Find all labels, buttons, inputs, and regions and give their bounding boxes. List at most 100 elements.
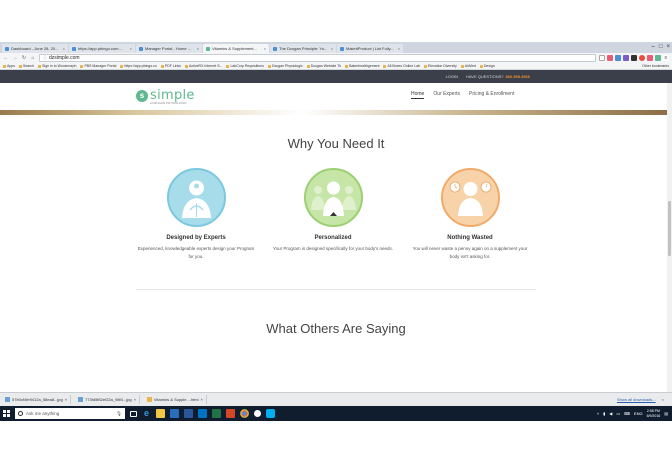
bookmark-item[interactable]: PBS Manager Portal	[80, 64, 116, 68]
site-header: s simple a DZUGAN PHYSIOLOGIC Home Our E…	[0, 83, 672, 110]
bookmark-item[interactable]: Dzugan Physiologic	[267, 64, 303, 68]
download-item[interactable]: Vitamins & Supple....html ˄	[144, 395, 207, 404]
edge-icon[interactable]: e	[142, 409, 151, 418]
language-indicator[interactable]: ENG	[634, 411, 643, 416]
phone-number[interactable]: 866.598.3666	[506, 74, 530, 79]
forward-icon[interactable]: →	[12, 55, 18, 61]
bookmark-item[interactable]: All Boxes Online Lab	[383, 64, 420, 68]
chevron-up-icon[interactable]: ˄	[134, 397, 136, 402]
minimize-icon[interactable]: –	[652, 42, 655, 53]
tab-close-icon[interactable]: ×	[398, 44, 400, 53]
outlook-icon[interactable]	[198, 409, 207, 418]
reload-icon[interactable]: ↻	[21, 55, 27, 61]
windows-taskbar: Ask me anything 🎙 e ˄ ▮ ◀ ▭ ⌨ ENG 2:58 P…	[0, 406, 672, 421]
bookmark-item[interactable]: Bakerhealthgement	[345, 64, 379, 68]
skype-icon[interactable]	[266, 409, 275, 418]
chevron-up-icon[interactable]: ˄	[65, 397, 67, 402]
bookmark-folder-icon	[423, 64, 427, 68]
app-icon[interactable]	[254, 410, 261, 417]
keyboard-icon[interactable]: ⌨	[624, 411, 630, 416]
browser-tab-active[interactable]: Vitamins & Supplement... ×	[203, 44, 269, 53]
tab-close-icon[interactable]: ×	[197, 44, 199, 53]
nav-home[interactable]: Home	[411, 91, 425, 99]
home-icon[interactable]: ⌂	[30, 55, 36, 61]
logo-subtitle: a DZUGAN PHYSIOLOGIC	[150, 101, 187, 105]
extension-icon[interactable]	[655, 55, 661, 61]
star-icon[interactable]	[599, 55, 605, 61]
back-icon[interactable]: ←	[3, 55, 9, 61]
browser-tab[interactable]: Manager Portal - Home ... ×	[136, 44, 202, 53]
url-field[interactable]: ⓘ dzsimple.com	[39, 54, 596, 62]
bookmarks-bar: Apps Search Sign in to Woosmorph PBS Manage…	[0, 63, 672, 70]
browser-tab[interactable]: MakeitProduct | List Fully... ×	[337, 44, 403, 53]
extension-icon[interactable]	[631, 55, 637, 61]
logo-mark-icon: s	[136, 89, 148, 102]
tray-chevron-icon[interactable]: ˄	[597, 411, 599, 416]
word-icon[interactable]	[184, 409, 193, 418]
volume-icon[interactable]: ◀	[609, 411, 612, 416]
login-link[interactable]: LOGIN	[446, 74, 458, 79]
bookmark-folder-icon	[226, 64, 230, 68]
feature-title: Personalized	[314, 235, 352, 241]
nav-our-experts[interactable]: Our Experts	[433, 91, 460, 99]
notifications-icon[interactable]: ▤	[664, 411, 668, 416]
section-title-testimonials: What Others Are Saying	[266, 321, 406, 336]
extension-icon[interactable]	[639, 55, 645, 61]
tab-close-icon[interactable]: ×	[264, 44, 266, 53]
menu-icon[interactable]: ≡	[663, 55, 669, 61]
extension-icon[interactable]	[647, 55, 653, 61]
browser-tab[interactable]: Dashboard - June 28, 20... ×	[2, 44, 68, 53]
bookmark-item[interactable]: PDF Links	[160, 64, 181, 68]
mic-icon[interactable]: 🎙	[116, 411, 125, 417]
close-window-icon[interactable]: ×	[666, 42, 670, 53]
nav-pricing-enrollment[interactable]: Pricing & Enrollment	[469, 91, 514, 99]
extension-icon[interactable]	[615, 55, 621, 61]
powerpoint-icon[interactable]	[226, 409, 235, 418]
scrollbar-thumb[interactable]	[668, 201, 671, 256]
browser-tab[interactable]: The Dzugan Principle: Yo... ×	[270, 44, 336, 53]
clock-time: 2:58 PM	[646, 408, 660, 413]
download-item[interactable]: 57b0cf4fe9412a_58ea8...jpg ˄	[2, 395, 72, 404]
bookmark-item[interactable]: Sign in to Woosmorph	[38, 64, 76, 68]
show-all-downloads-link[interactable]: Show all downloads...	[617, 397, 656, 402]
bookmark-item[interactable]: Design	[479, 64, 495, 68]
bookmark-item[interactable]: Elevation Diversity	[423, 64, 457, 68]
chrome-icon[interactable]	[240, 409, 249, 418]
chevron-up-icon[interactable]: ˄	[201, 397, 203, 402]
bookmark-item[interactable]: ActiveRX Internet S...	[185, 64, 222, 68]
page-scrollbar[interactable]	[667, 83, 672, 392]
excel-icon[interactable]	[212, 409, 221, 418]
tab-close-icon[interactable]: ×	[63, 44, 65, 53]
search-placeholder: Ask me anything	[26, 411, 60, 416]
bookmark-item[interactable]: LabCorp Requisitions	[226, 64, 264, 68]
store-icon[interactable]	[170, 409, 179, 418]
bookmark-item[interactable]: Dzugan Website Tk	[306, 64, 341, 68]
top-margin	[0, 0, 672, 42]
bookmark-folder-icon	[80, 64, 84, 68]
taskbar-search[interactable]: Ask me anything 🎙	[15, 408, 125, 419]
bookmark-item[interactable]: AirMed	[460, 64, 476, 68]
task-view-icon[interactable]	[130, 410, 137, 417]
page-info-icon[interactable]: ⓘ	[43, 55, 47, 61]
site-logo[interactable]: s simple a DZUGAN PHYSIOLOGIC	[136, 88, 195, 105]
tab-favicon-icon	[5, 46, 9, 51]
other-bookmarks[interactable]: Other bookmarks	[642, 64, 672, 68]
windows-start-icon[interactable]	[3, 410, 10, 417]
network-icon[interactable]: ▮	[603, 411, 605, 416]
extension-icon[interactable]	[607, 55, 613, 61]
tab-favicon-icon	[273, 46, 277, 51]
bookmark-folder-icon	[383, 64, 387, 68]
extension-icon[interactable]	[623, 55, 629, 61]
tab-close-icon[interactable]: ×	[130, 44, 132, 53]
close-downloads-icon[interactable]: ×	[662, 397, 664, 402]
file-explorer-icon[interactable]	[156, 409, 165, 418]
download-item[interactable]: 773fd5f82ef22a_98f4...jpg ˄	[75, 395, 140, 404]
tab-close-icon[interactable]: ×	[331, 44, 333, 53]
browser-tab[interactable]: https://app.pbingo.com... ×	[69, 44, 135, 53]
bookmark-item[interactable]: Search	[18, 64, 34, 68]
bookmark-item[interactable]: Apps	[3, 64, 15, 68]
clock[interactable]: 2:58 PM 6/9/2016	[647, 409, 661, 419]
bookmark-item[interactable]: https://app.pbingo.co	[120, 64, 157, 68]
battery-icon[interactable]: ▭	[616, 411, 620, 416]
maximize-icon[interactable]: □	[659, 42, 663, 53]
